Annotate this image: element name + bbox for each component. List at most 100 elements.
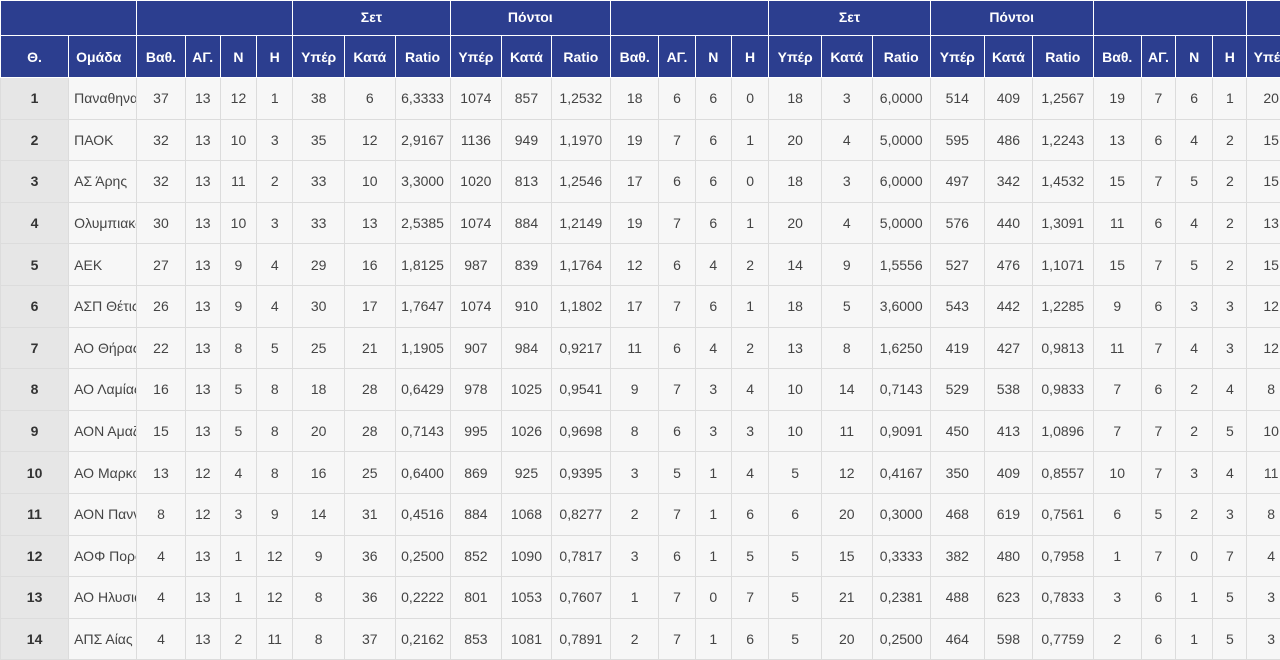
table-row[interactable]: 13ΑΟ Ηλυσιακός4131128360,222280110530,76… [1, 577, 1280, 619]
stat-cell: 0,4167 [872, 452, 930, 494]
column-header[interactable]: Ν [220, 36, 256, 78]
team-name-cell: ΑΕΚ [69, 244, 137, 286]
stat-cell: 6 [1093, 493, 1141, 535]
stat-cell: 32 [137, 161, 185, 203]
stat-cell: 8 [293, 577, 345, 619]
stat-cell: 13 [345, 202, 396, 244]
stat-cell: 12 [1247, 327, 1280, 369]
stat-cell: 6 [1141, 202, 1175, 244]
stat-cell: 12 [1247, 285, 1280, 327]
stat-cell: 4 [220, 452, 256, 494]
stat-cell: 3 [257, 202, 293, 244]
table-row[interactable]: 5ΑΕΚ27139429161,81259878391,176412642149… [1, 244, 1280, 286]
table-row[interactable]: 14ΑΠΣ Αίας4132118370,216285310810,789127… [1, 618, 1280, 660]
column-header[interactable]: Ratio [395, 36, 450, 78]
team-name-cell: ΠΑΟΚ [69, 119, 137, 161]
stat-cell: 2 [1093, 618, 1141, 660]
column-header[interactable]: Ratio [1033, 36, 1093, 78]
stat-cell: 7 [659, 618, 695, 660]
stat-cell: 12 [822, 452, 873, 494]
stat-cell: 7 [659, 285, 695, 327]
stat-cell: 7 [1213, 535, 1247, 577]
column-header[interactable]: Υπέρ [293, 36, 345, 78]
stat-cell: 1 [611, 577, 659, 619]
stat-cell: 0,7143 [395, 410, 450, 452]
column-header[interactable]: Η [1213, 36, 1247, 78]
stat-cell: 10 [220, 119, 256, 161]
table-row[interactable]: 12ΑΟΦ Πορφύρας4131129360,250085210900,78… [1, 535, 1280, 577]
table-row[interactable]: 4Ολυμπιακός ΣΦΠ301310333132,538510748841… [1, 202, 1280, 244]
column-header[interactable]: Βαθ. [611, 36, 659, 78]
stat-cell: 1 [695, 618, 731, 660]
column-header[interactable]: Ratio [551, 36, 610, 78]
table-row[interactable]: 1Παναθηναϊκός ΑΟ37131213866,333310748571… [1, 78, 1280, 120]
stat-cell: 14 [769, 244, 822, 286]
stat-cell: 839 [502, 244, 551, 286]
stat-cell: 0,9833 [1033, 369, 1093, 411]
stat-cell: 3 [1213, 285, 1247, 327]
stat-cell: 11 [257, 618, 293, 660]
stat-cell: 6 [1141, 119, 1175, 161]
stat-cell: 884 [450, 493, 502, 535]
stat-cell: 9 [220, 285, 256, 327]
stat-cell: 3 [257, 119, 293, 161]
table-row[interactable]: 11ΑΟΝ Πανναξιακός8123914310,451688410680… [1, 493, 1280, 535]
table-row[interactable]: 7ΑΟ Θήρας22138525211,19059079840,9217116… [1, 327, 1280, 369]
table-row[interactable]: 9ΑΟΝ Αμαζόνες15135820280,714399510260,96… [1, 410, 1280, 452]
stat-cell: 4 [822, 119, 873, 161]
table-row[interactable]: 3ΑΣ Άρης321311233103,300010208131,254617… [1, 161, 1280, 203]
stat-cell: 3 [695, 369, 731, 411]
stat-cell: 19 [611, 202, 659, 244]
column-header[interactable]: Η [731, 36, 768, 78]
stat-cell: 5 [1213, 618, 1247, 660]
column-header[interactable]: Βαθ. [137, 36, 185, 78]
column-header[interactable]: Η [257, 36, 293, 78]
column-header[interactable]: Υπέρ [450, 36, 502, 78]
stat-cell: 12 [257, 535, 293, 577]
column-header[interactable]: Ν [695, 36, 731, 78]
stat-cell: 0 [731, 78, 768, 120]
stat-cell: 12 [220, 78, 256, 120]
column-header[interactable]: Κατά [345, 36, 396, 78]
stat-cell: 1068 [502, 493, 551, 535]
column-header[interactable]: Ν [1175, 36, 1212, 78]
column-header[interactable]: ΑΓ. [659, 36, 695, 78]
column-header[interactable]: Κατά [822, 36, 873, 78]
position-cell: 5 [1, 244, 69, 286]
stat-cell: 16 [345, 244, 396, 286]
column-header[interactable]: Κατά [502, 36, 551, 78]
stat-cell: 36 [345, 577, 396, 619]
stat-cell: 6 [659, 161, 695, 203]
column-header[interactable]: ΑΓ. [1141, 36, 1175, 78]
table-row[interactable]: 6ΑΣΠ Θέτις26139430171,764710749101,18021… [1, 285, 1280, 327]
stat-cell: 2 [611, 618, 659, 660]
column-header[interactable]: ΑΓ. [185, 36, 220, 78]
table-row[interactable]: 2ΠΑΟΚ321310335122,916711369491,197019761… [1, 119, 1280, 161]
stat-cell: 3 [695, 410, 731, 452]
stat-cell: 5 [220, 410, 256, 452]
table-row[interactable]: 10ΑΟ Μαρκοπούλου Revoil13124816250,64008… [1, 452, 1280, 494]
stat-cell: 13 [185, 161, 220, 203]
column-header-team[interactable]: Ομάδα [69, 36, 137, 78]
stat-cell: 9 [220, 244, 256, 286]
stat-cell: 4 [1175, 327, 1212, 369]
column-header[interactable]: Κατά [984, 36, 1032, 78]
stat-cell: 5 [769, 535, 822, 577]
column-header[interactable]: Υπέρ [769, 36, 822, 78]
column-header[interactable]: Θ. [1, 36, 69, 78]
column-header[interactable]: Ratio [872, 36, 930, 78]
column-header[interactable]: Βαθ. [1093, 36, 1141, 78]
stat-cell: 1,7647 [395, 285, 450, 327]
table-row[interactable]: 8ΑΟ Λαμίας 201316135818280,642997810250,… [1, 369, 1280, 411]
position-cell: 3 [1, 161, 69, 203]
column-header[interactable]: Υπέρ [1247, 36, 1280, 78]
stat-cell: 1136 [450, 119, 502, 161]
stat-cell: 419 [930, 327, 984, 369]
stat-cell: 21 [345, 327, 396, 369]
stat-cell: 2 [257, 161, 293, 203]
stat-cell: 33 [293, 161, 345, 203]
stat-cell: 12 [185, 493, 220, 535]
stat-cell: 35 [293, 119, 345, 161]
column-header[interactable]: Υπέρ [930, 36, 984, 78]
stat-cell: 4 [1213, 452, 1247, 494]
